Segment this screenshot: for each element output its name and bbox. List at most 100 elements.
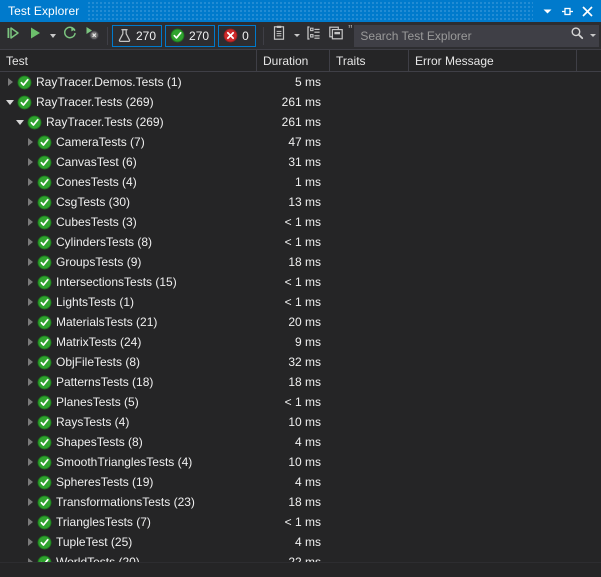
tree-item-name-cell: IntersectionsTests (15) (0, 272, 257, 292)
table-row[interactable]: ConesTests (4) 1 ms (0, 172, 601, 192)
table-row[interactable]: WorldTests (20) 22 ms (0, 552, 601, 562)
expand-toggle[interactable] (24, 532, 36, 552)
summary-badge-passed[interactable]: 270 (165, 24, 216, 47)
table-row[interactable]: TupleTest (25) 4 ms (0, 532, 601, 552)
table-row[interactable]: CanvasTest (6) 31 ms (0, 152, 601, 172)
window-close-button[interactable] (577, 1, 597, 21)
title-bar-drag-area[interactable] (87, 0, 533, 22)
window-dropdown-button[interactable] (537, 1, 557, 21)
table-row[interactable]: ShapesTests (8) 4 ms (0, 432, 601, 452)
run-tests-button[interactable] (24, 25, 46, 47)
test-tree[interactable]: RayTracer.Demos.Tests (1) 5 ms RayTracer.T… (0, 72, 601, 562)
pending-filter-quote: ” (348, 22, 352, 37)
expand-toggle[interactable] (4, 72, 16, 92)
table-row[interactable]: CubesTests (3) < 1 ms (0, 212, 601, 232)
column-header-test[interactable]: Test (0, 50, 257, 71)
tree-item-duration: 5 ms (294, 75, 321, 89)
column-header-error[interactable]: Error Message (409, 50, 577, 71)
collapse-toggle[interactable] (4, 92, 16, 112)
expand-toggle[interactable] (24, 272, 36, 292)
table-row[interactable]: MaterialsTests (21) 20 ms (0, 312, 601, 332)
tree-item-label: RayTracer.Tests (269) (46, 115, 164, 129)
chevron-right-icon (27, 278, 33, 286)
tree-item-label: PatternsTests (18) (56, 375, 154, 389)
search-input[interactable] (354, 28, 567, 43)
summary-badge-total[interactable]: 270 (112, 24, 163, 47)
window-clone-icon (328, 25, 344, 46)
playlist-button[interactable] (268, 25, 290, 47)
expand-toggle[interactable] (24, 132, 36, 152)
column-header-duration[interactable]: Duration (257, 50, 330, 71)
expand-toggle[interactable] (24, 152, 36, 172)
table-row[interactable]: LightsTests (1) < 1 ms (0, 292, 601, 312)
column-header-traits[interactable]: Traits (330, 50, 409, 71)
expand-toggle[interactable] (24, 172, 36, 192)
run-all-tests-button[interactable] (2, 25, 24, 47)
expand-toggle[interactable] (24, 452, 36, 472)
expand-toggle[interactable] (24, 352, 36, 372)
tree-item-label: ConesTests (4) (56, 175, 137, 189)
table-row[interactable]: CsgTests (30) 13 ms (0, 192, 601, 212)
table-row[interactable]: GroupsTests (9) 18 ms (0, 252, 601, 272)
tree-item-name-cell: LightsTests (1) (0, 292, 257, 312)
additional-output-button[interactable] (325, 25, 347, 47)
table-row[interactable]: ObjFileTests (8) 32 ms (0, 352, 601, 372)
tree-item-duration: < 1 ms (284, 235, 321, 249)
repeat-last-run-button[interactable] (59, 25, 81, 47)
expand-toggle[interactable] (24, 552, 36, 562)
run-dropdown-button[interactable] (46, 25, 59, 47)
expand-toggle[interactable] (24, 332, 36, 352)
table-row[interactable]: PatternsTests (18) 18 ms (0, 372, 601, 392)
collapse-toggle[interactable] (14, 112, 26, 132)
test-passed-icon (36, 274, 52, 290)
expand-toggle[interactable] (24, 492, 36, 512)
test-passed-icon (36, 194, 52, 210)
tree-item-duration: 4 ms (294, 535, 321, 549)
table-row[interactable]: PlanesTests (5) < 1 ms (0, 392, 601, 412)
expand-toggle[interactable] (24, 392, 36, 412)
table-row[interactable]: RaysTests (4) 10 ms (0, 412, 601, 432)
chevron-right-icon (27, 418, 33, 426)
summary-badge-failed[interactable]: 0 (218, 24, 257, 47)
expand-toggle[interactable] (24, 212, 36, 232)
column-header-spacer (577, 50, 601, 71)
table-row[interactable]: RayTracer.Demos.Tests (1) 5 ms (0, 72, 601, 92)
expand-toggle[interactable] (24, 472, 36, 492)
chevron-right-icon (27, 198, 33, 206)
table-row[interactable]: MatrixTests (24) 9 ms (0, 332, 601, 352)
chevron-right-icon (27, 538, 33, 546)
chevron-right-icon (27, 498, 33, 506)
expand-toggle[interactable] (24, 232, 36, 252)
table-row[interactable]: RayTracer.Tests (269) 261 ms (0, 112, 601, 132)
expand-toggle[interactable] (24, 372, 36, 392)
expand-toggle[interactable] (24, 432, 36, 452)
expand-toggle[interactable] (24, 312, 36, 332)
chevron-right-icon (27, 338, 33, 346)
expand-toggle[interactable] (24, 512, 36, 532)
table-row[interactable]: SpheresTests (19) 4 ms (0, 472, 601, 492)
table-row[interactable]: CameraTests (7) 47 ms (0, 132, 601, 152)
expand-toggle[interactable] (24, 292, 36, 312)
table-row[interactable]: TransformationsTests (23) 18 ms (0, 492, 601, 512)
window-pin-button[interactable] (557, 1, 577, 21)
table-row[interactable]: CylindersTests (8) < 1 ms (0, 232, 601, 252)
cancel-run-button[interactable] (81, 25, 103, 47)
group-by-button[interactable] (303, 25, 325, 47)
tree-item-duration: < 1 ms (284, 295, 321, 309)
chevron-right-icon (27, 358, 33, 366)
test-passed-icon (16, 94, 32, 110)
playlist-dropdown-button[interactable] (290, 25, 303, 47)
search-dropdown-button[interactable] (587, 26, 599, 46)
table-row[interactable]: RayTracer.Tests (269) 261 ms (0, 92, 601, 112)
search-box[interactable] (354, 24, 599, 47)
expand-toggle[interactable] (24, 252, 36, 272)
expand-toggle[interactable] (24, 412, 36, 432)
table-row[interactable]: SmoothTrianglesTests (4) 10 ms (0, 452, 601, 472)
tree-item-label: ObjFileTests (8) (56, 355, 141, 369)
tree-item-duration: 13 ms (288, 195, 321, 209)
toolbar: 270 270 0 ” Search Test Explorer (0, 22, 601, 50)
table-row[interactable]: IntersectionsTests (15) < 1 ms (0, 272, 601, 292)
search-button[interactable] (567, 26, 587, 46)
table-row[interactable]: TrianglesTests (7) < 1 ms (0, 512, 601, 532)
expand-toggle[interactable] (24, 192, 36, 212)
